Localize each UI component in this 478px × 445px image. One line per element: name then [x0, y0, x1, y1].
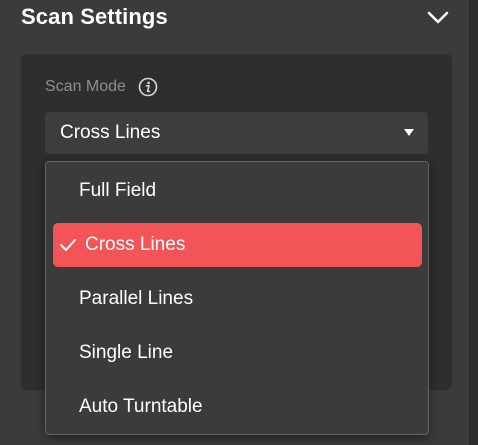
scan-mode-dropdown-menu: Full Field Cross Lines Parallel Lines Si…: [45, 161, 429, 435]
scan-mode-label-row: Scan Mode: [45, 76, 158, 98]
scan-settings-window: Scan Settings Scan Mode Cross Lines Full…: [0, 0, 478, 445]
chevron-down-icon[interactable]: [427, 9, 449, 25]
caret-down-icon: [404, 129, 414, 136]
option-label: Full Field: [79, 180, 157, 201]
option-label: Cross Lines: [85, 234, 186, 255]
scan-mode-label: Scan Mode: [45, 78, 126, 95]
option-single-line[interactable]: Single Line: [53, 331, 422, 375]
check-icon: [60, 239, 76, 251]
option-label: Parallel Lines: [79, 288, 194, 309]
option-parallel-lines[interactable]: Parallel Lines: [53, 277, 422, 321]
info-icon[interactable]: [138, 77, 158, 97]
option-full-field[interactable]: Full Field: [53, 169, 422, 213]
section-header[interactable]: Scan Settings: [0, 0, 470, 40]
option-label: Single Line: [79, 342, 174, 363]
scan-mode-select[interactable]: Cross Lines: [45, 112, 428, 154]
scrollbar-track[interactable]: [469, 0, 478, 445]
section-title: Scan Settings: [21, 4, 168, 29]
option-auto-turntable[interactable]: Auto Turntable: [53, 385, 422, 429]
scan-mode-selected-value: Cross Lines: [60, 122, 161, 143]
option-cross-lines[interactable]: Cross Lines: [53, 223, 422, 267]
option-label: Auto Turntable: [79, 396, 203, 417]
